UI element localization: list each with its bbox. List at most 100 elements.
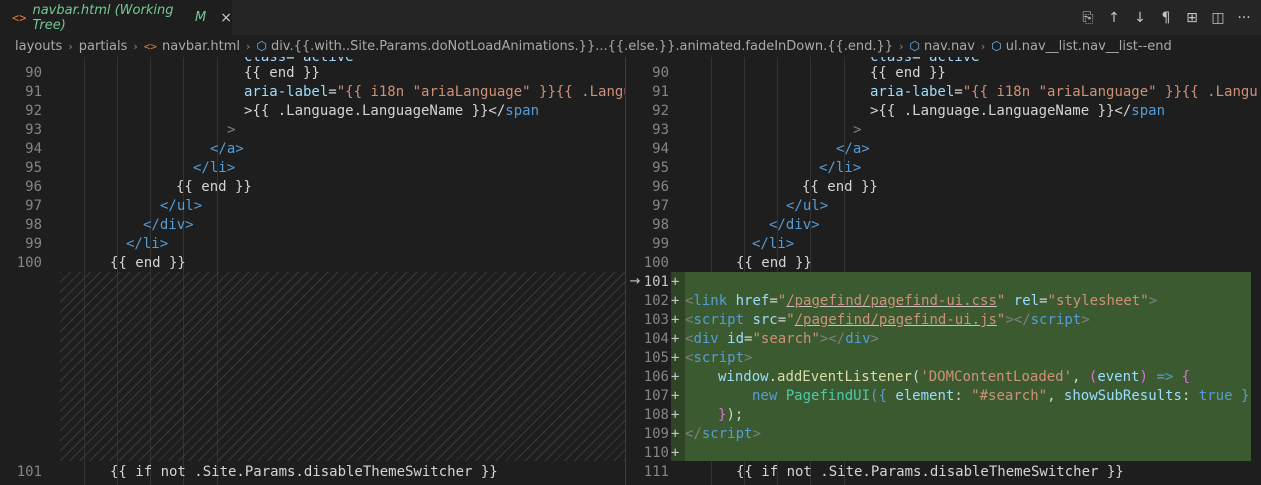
line-number: 99: [25, 236, 42, 252]
line-number: 91: [25, 84, 42, 100]
code-line: 97 </ul>: [0, 197, 625, 216]
line-number: 91: [652, 84, 669, 100]
line-number: 110: [643, 445, 669, 461]
line-number: 97: [25, 198, 42, 214]
line-number: 94: [25, 141, 42, 157]
line-number: 90: [652, 65, 669, 81]
added-line: 105 + <script>: [626, 349, 1261, 368]
diff-modified-pane[interactable]: → class="active" 90 {{ end }} 91 aria-la…: [626, 57, 1261, 485]
added-line: 102 + <link href="/pagefind/pagefind-ui.…: [626, 292, 1261, 311]
split-editor-icon[interactable]: ◫: [1207, 7, 1229, 29]
line-number: 93: [652, 122, 669, 138]
editor-actions: ⎘ ↑ ↓ ¶ ⊞ ◫ ···: [1077, 0, 1255, 35]
line-number: 96: [25, 179, 42, 195]
breadcrumb-item-partials[interactable]: partials: [79, 39, 128, 54]
next-change-icon[interactable]: ↓: [1129, 7, 1151, 29]
chevron-right-icon: ›: [68, 39, 73, 53]
added-marker: +: [671, 293, 680, 309]
added-marker: +: [671, 388, 680, 404]
book-icon[interactable]: ⊞: [1181, 7, 1203, 29]
added-line: 109 + </script>: [626, 425, 1261, 444]
diff-placeholder-hatch: [60, 272, 625, 461]
code-line: 90 {{ end }}: [626, 64, 1261, 83]
code-line: 111 {{ if not .Site.Params.disableThemeS…: [626, 463, 1261, 482]
line-number: 105: [643, 350, 669, 366]
code-line: 101 {{ if not .Site.Params.disableThemeS…: [0, 463, 625, 482]
line-number: 106: [643, 369, 669, 385]
code-line: 99 </li>: [0, 235, 625, 254]
added-marker: +: [671, 312, 680, 328]
line-number: 111: [643, 464, 669, 480]
diff-original-pane[interactable]: class="active" 90 {{ end }} 91 aria-labe…: [0, 57, 625, 485]
close-icon[interactable]: ×: [220, 10, 232, 26]
line-number: 99: [652, 236, 669, 252]
html-file-icon: <>: [12, 10, 27, 25]
code-line: 100 {{ end }}: [626, 254, 1261, 273]
added-marker: +: [671, 369, 680, 385]
line-number: 96: [652, 179, 669, 195]
line-number: 93: [25, 122, 42, 138]
breadcrumb-item-layouts[interactable]: layouts: [15, 39, 62, 54]
code-line: 100 {{ end }}: [0, 254, 625, 273]
line-number: 92: [25, 103, 42, 119]
more-actions-icon[interactable]: ···: [1233, 7, 1255, 29]
line-number: 92: [652, 103, 669, 119]
line-number: 102: [643, 293, 669, 309]
added-marker: +: [671, 331, 680, 347]
element-symbol-icon: ⬡: [909, 39, 920, 53]
line-number: 103: [643, 312, 669, 328]
html-file-icon: <>: [143, 39, 158, 53]
breadcrumb-item-file[interactable]: navbar.html: [162, 39, 240, 54]
code-line: 91 aria-label="{{ i18n "ariaLanguage" }}…: [626, 83, 1261, 102]
code-line: 93 >: [626, 121, 1261, 140]
line-number: 90: [25, 65, 42, 81]
breadcrumb-item-nav[interactable]: nav.nav: [924, 39, 975, 54]
added-line: 108 + });: [626, 406, 1261, 425]
code-line: 97 </ul>: [626, 197, 1261, 216]
line-number: 100: [643, 255, 669, 271]
tab-navbar-html[interactable]: <> navbar.html (Working Tree) M ×: [0, 0, 232, 35]
code-line: 95 </li>: [626, 159, 1261, 178]
line-number: 100: [16, 255, 42, 271]
code-line: 93 >: [0, 121, 625, 140]
line-number: 95: [25, 160, 42, 176]
line-number: 97: [652, 198, 669, 214]
line-number: 98: [25, 217, 42, 233]
breadcrumb-item-div[interactable]: div.{{.with..Site.Params.doNotLoadAnimat…: [271, 39, 893, 54]
code-line: 96 {{ end }}: [0, 178, 625, 197]
previous-change-icon[interactable]: ↑: [1103, 7, 1125, 29]
line-number: 101: [643, 274, 669, 290]
code-line: 92 >{{ .Language.LanguageName }}</span: [626, 102, 1261, 121]
chevron-right-icon: ›: [899, 39, 904, 53]
added-line: 107 + new PagefindUI({ element: "#search…: [626, 387, 1261, 406]
code-line: 98 </div>: [626, 216, 1261, 235]
element-symbol-icon: ⬡: [256, 39, 267, 53]
breadcrumb-item-ul[interactable]: ul.nav__list.nav__list--end: [1006, 39, 1172, 54]
code-line: 96 {{ end }}: [626, 178, 1261, 197]
code-line: 98 </div>: [0, 216, 625, 235]
chevron-right-icon: ›: [246, 39, 251, 53]
added-marker: +: [671, 407, 680, 423]
added-marker: +: [671, 274, 680, 290]
open-file-icon[interactable]: ⎘: [1077, 7, 1099, 29]
line-number: 94: [652, 141, 669, 157]
added-line: 110 +: [626, 444, 1261, 463]
modified-badge: M: [195, 10, 207, 25]
tab-bar: <> navbar.html (Working Tree) M × ⎘ ↑ ↓ …: [0, 0, 1261, 35]
added-line: 101 +: [626, 273, 1261, 292]
added-marker: +: [671, 350, 680, 366]
show-whitespace-icon[interactable]: ¶: [1155, 7, 1177, 29]
added-marker: +: [671, 426, 680, 442]
breadcrumb: layouts › partials › <> navbar.html › ⬡ …: [0, 35, 1261, 57]
line-number: 109: [643, 426, 669, 442]
code-line: 92 >{{ .Language.LanguageName }}</span: [0, 102, 625, 121]
line-number: 104: [643, 331, 669, 347]
code-line: 99 </li>: [626, 235, 1261, 254]
chevron-right-icon: ›: [133, 39, 138, 53]
added-line: 103 + <script src="/pagefind/pagefind-ui…: [626, 311, 1261, 330]
chevron-right-icon: ›: [980, 39, 986, 53]
code-line: 91 aria-label="{{ i18n "ariaLanguage" }}…: [0, 83, 625, 102]
added-marker: +: [671, 445, 680, 461]
element-symbol-icon: ⬡: [991, 39, 1002, 53]
line-number: 95: [652, 160, 669, 176]
